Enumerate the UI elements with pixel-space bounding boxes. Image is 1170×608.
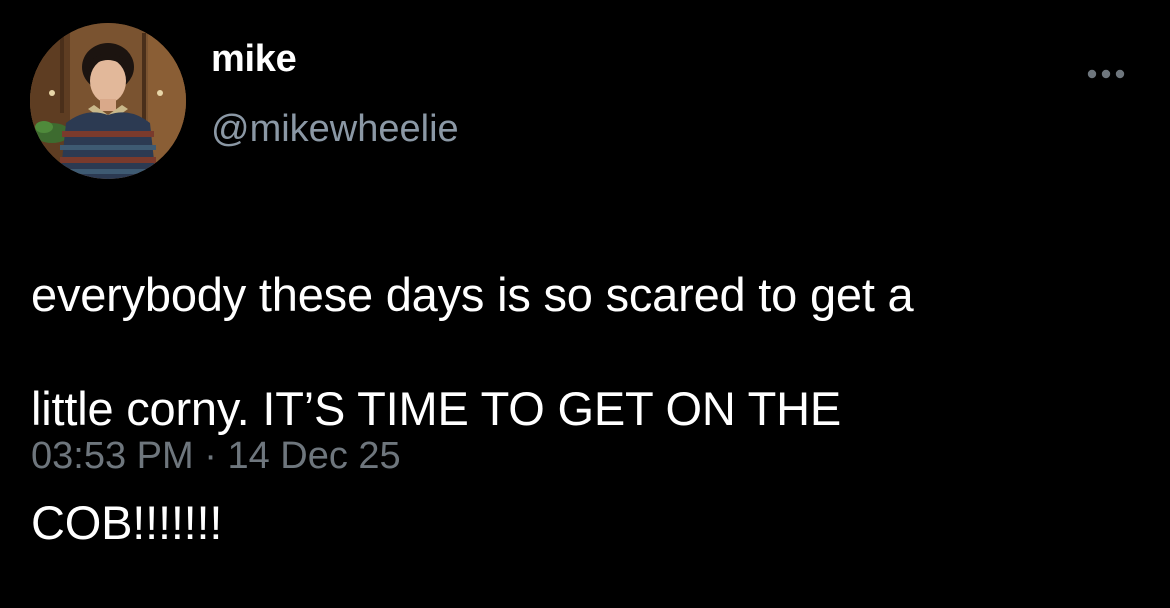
tweet-text-line: COB!!!!!!!: [31, 496, 223, 549]
tweet-text: everybody these days is so scared to get…: [31, 209, 1141, 608]
user-handle[interactable]: @mikewheelie: [211, 106, 459, 152]
tweet-text-line: everybody these days is so scared to get…: [31, 268, 914, 321]
tweet-date: 14 Dec 25: [227, 435, 401, 477]
display-name[interactable]: mike: [211, 36, 297, 82]
tweet-card: mike @mikewheelie everybody these days i…: [0, 0, 1170, 549]
more-horizontal-icon[interactable]: [1086, 64, 1126, 84]
timestamp-separator: ·: [193, 435, 228, 477]
profile-photo-icon: [30, 23, 186, 179]
tweet-text-line: little corny. IT’S TIME TO GET ON THE: [31, 382, 842, 435]
avatar[interactable]: [30, 23, 186, 179]
tweet-timestamp[interactable]: 03:53 PM · 14 Dec 25: [31, 433, 401, 479]
tweet-time: 03:53 PM: [31, 435, 194, 477]
